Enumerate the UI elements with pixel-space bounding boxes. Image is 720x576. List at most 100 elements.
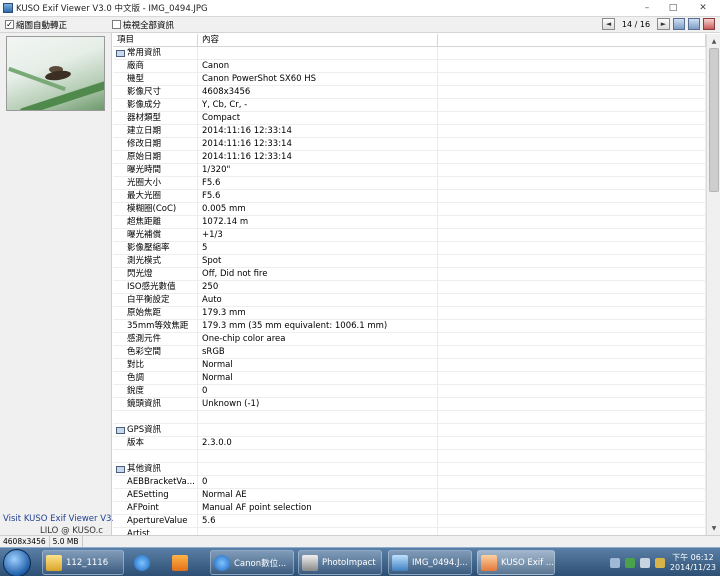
row-extra: [438, 112, 706, 124]
row-extra: [438, 346, 706, 358]
table-row[interactable]: AESetting Normal AE: [113, 489, 706, 502]
taskbar-item-canon[interactable]: Canon數位...: [210, 550, 294, 575]
table-row[interactable]: 光圈大小 F5.6: [113, 177, 706, 190]
row-extra: [438, 398, 706, 410]
table-row[interactable]: 感測元件 One-chip color area: [113, 333, 706, 346]
taskbar-item-image[interactable]: IMG_0494.J...: [388, 550, 472, 575]
volume-icon[interactable]: [639, 557, 650, 568]
group-folder-icon: [116, 49, 125, 57]
clock-time: 下午 06:12: [672, 552, 714, 562]
row-extra: [438, 138, 706, 150]
taskbar-item-kuso[interactable]: KUSO Exif ...: [477, 550, 555, 575]
table-row[interactable]: 版本 2.3.0.0: [113, 437, 706, 450]
row-value: 0: [198, 385, 438, 397]
table-row[interactable]: 鏡頭資訊 Unknown (-1): [113, 398, 706, 411]
group-folder-icon: [116, 465, 125, 473]
checkbox-unchecked-icon[interactable]: [112, 20, 121, 29]
table-row[interactable]: 影像壓縮率 5: [113, 242, 706, 255]
row-key: 影像尺寸: [113, 86, 198, 98]
table-row[interactable]: 對比 Normal: [113, 359, 706, 372]
row-value: 250: [198, 281, 438, 293]
table-row[interactable]: ApertureValue 5.6: [113, 515, 706, 528]
taskbar-item-photoimpact[interactable]: PhotoImpact: [298, 550, 382, 575]
table-row[interactable]: 測光模式 Spot: [113, 255, 706, 268]
row-extra: [438, 151, 706, 163]
table-row[interactable]: 曝光時間 1/320": [113, 164, 706, 177]
row-key-text: 模糊圈(CoC): [127, 204, 177, 214]
table-group-row[interactable]: 其他資訊: [113, 463, 706, 476]
table-row[interactable]: [113, 411, 706, 424]
table-group-row[interactable]: 常用資訊: [113, 47, 706, 60]
table-row[interactable]: 模糊圈(CoC) 0.005 mm: [113, 203, 706, 216]
maximize-icon[interactable]: □: [660, 0, 686, 16]
row-key-text: 曝光補償: [127, 230, 162, 240]
row-value: 2014:11:16 12:33:14: [198, 138, 438, 150]
row-key-text: 測光模式: [127, 256, 162, 266]
table-row[interactable]: 銳度 0: [113, 385, 706, 398]
row-key: 影像壓縮率: [113, 242, 198, 254]
table-row[interactable]: 修改日期 2014:11:16 12:33:14: [113, 138, 706, 151]
flag-icon[interactable]: [654, 557, 665, 568]
auto-rotate-checkbox[interactable]: ✓ 縮圖自動轉正: [5, 19, 67, 31]
clock[interactable]: 下午 06:12 2014/11/23: [670, 553, 716, 573]
table-row[interactable]: 閃光燈 Off, Did not fire: [113, 268, 706, 281]
network-icon[interactable]: [624, 557, 635, 568]
close-icon[interactable]: ✕: [686, 0, 720, 16]
table-row[interactable]: 機型 Canon PowerShot SX60 HS: [113, 73, 706, 86]
start-button[interactable]: [3, 549, 31, 576]
column-header-item[interactable]: 項目: [113, 34, 198, 46]
table-row[interactable]: ISO感光數值 250: [113, 281, 706, 294]
table-row[interactable]: 曝光補償 +1/3: [113, 229, 706, 242]
table-row[interactable]: 原始日期 2014:11:16 12:33:14: [113, 151, 706, 164]
table-header: 項目 內容: [113, 34, 706, 47]
save-icon[interactable]: [673, 18, 685, 30]
minimize-icon[interactable]: –: [634, 0, 660, 16]
row-key: 色調: [113, 372, 198, 384]
checkbox-checked-icon[interactable]: ✓: [5, 20, 14, 29]
row-key: 版本: [113, 437, 198, 449]
table-row[interactable]: [113, 450, 706, 463]
row-key-text: 感測元件: [127, 334, 162, 344]
table-row[interactable]: AFPoint Manual AF point selection: [113, 502, 706, 515]
row-value: 5.6: [198, 515, 438, 527]
taskbar-item-ie[interactable]: [130, 550, 164, 575]
table-row[interactable]: Artist: [113, 528, 706, 535]
table-row[interactable]: 35mm等效焦距 179.3 mm (35 mm equivalent: 1006…: [113, 320, 706, 333]
show-all-checkbox[interactable]: 檢視全部資訊: [112, 19, 174, 31]
row-value: Normal: [198, 359, 438, 371]
table-row[interactable]: 色彩空間 sRGB: [113, 346, 706, 359]
table-row[interactable]: 器材類型 Compact: [113, 112, 706, 125]
table-row[interactable]: 最大光圈 F5.6: [113, 190, 706, 203]
app-icon: [3, 3, 13, 13]
table-row[interactable]: 超焦距離 1072.14 m: [113, 216, 706, 229]
column-header-content[interactable]: 內容: [198, 34, 438, 46]
row-extra: [438, 411, 706, 423]
scroll-up-icon[interactable]: ▲: [708, 35, 720, 47]
taskbar-item-media-player[interactable]: [168, 550, 202, 575]
table-row[interactable]: 影像成分 Y, Cb, Cr, -: [113, 99, 706, 112]
row-extra: [438, 60, 706, 72]
next-image-button[interactable]: ►: [657, 18, 670, 30]
scrollbar-thumb[interactable]: [709, 48, 719, 192]
row-key-text: GPS資訊: [127, 425, 162, 435]
previous-image-button[interactable]: ◄: [602, 18, 615, 30]
image-thumbnail[interactable]: [6, 36, 105, 111]
table-row[interactable]: AEBBracketVa... 0: [113, 476, 706, 489]
save-as-icon[interactable]: [688, 18, 700, 30]
table-row[interactable]: 白平衡設定 Auto: [113, 294, 706, 307]
settings-icon[interactable]: [703, 18, 715, 30]
visit-link[interactable]: Visit KUSO Exif Viewer V3.0: [3, 514, 120, 524]
table-group-row[interactable]: GPS資訊: [113, 424, 706, 437]
tray-arrow-icon[interactable]: [609, 557, 620, 568]
table-row[interactable]: 廠商 Canon: [113, 60, 706, 73]
scroll-down-icon[interactable]: ▼: [708, 522, 720, 534]
table-row[interactable]: 建立日期 2014:11:16 12:33:14: [113, 125, 706, 138]
table-row[interactable]: 影像尺寸 4608x3456: [113, 86, 706, 99]
vertical-scrollbar[interactable]: ▲ ▼: [706, 34, 720, 535]
table-row[interactable]: 原始焦距 179.3 mm: [113, 307, 706, 320]
row-key: 色彩空間: [113, 346, 198, 358]
status-file-size: 5.0 MB: [50, 536, 83, 547]
taskbar-item-folder[interactable]: 112_1116: [42, 550, 124, 575]
row-extra: [438, 359, 706, 371]
table-row[interactable]: 色調 Normal: [113, 372, 706, 385]
